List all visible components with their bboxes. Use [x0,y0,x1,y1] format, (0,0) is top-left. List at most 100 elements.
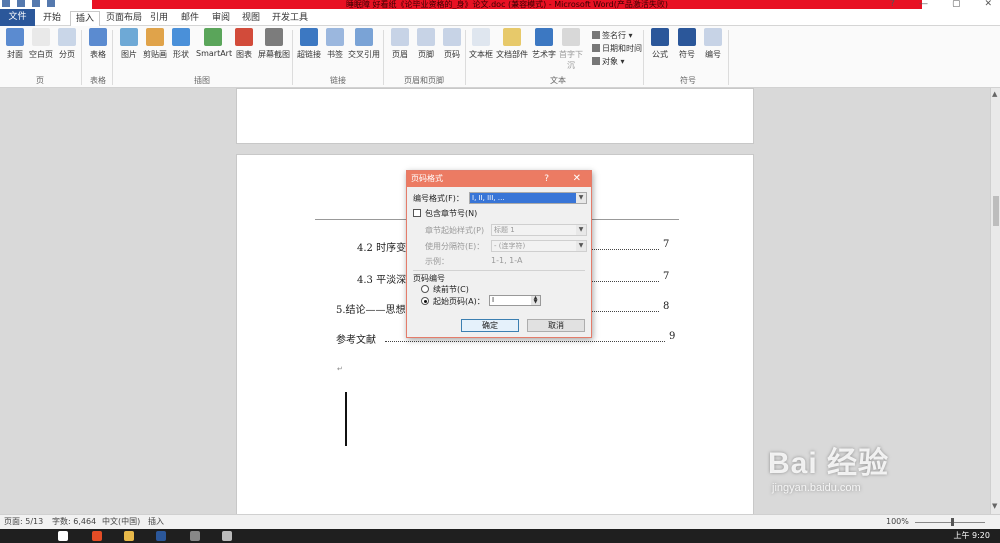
insert-mode[interactable]: 插入 [148,515,164,529]
chapter-style-select[interactable]: 标题 1 ▼ [491,224,587,236]
folder-icon[interactable] [124,531,134,541]
date-time-button[interactable]: 日期和时间 [592,43,642,54]
start-at-radio[interactable] [421,297,429,305]
number-icon [704,28,722,46]
previous-page[interactable] [236,88,754,144]
dialog-help-icon[interactable]: ? [544,171,549,187]
page-number-format-dialog: 页码格式 ? ✕ 编号格式(F)： I, II, III, … ▼ 包含章节号(… [406,170,592,338]
group-divider [383,30,384,85]
number-format-select[interactable]: I, II, III, … ▼ [469,192,587,204]
toc-page-number: 7 [663,239,670,250]
toc-leader [589,249,659,250]
close-window-icon[interactable]: ✕ [984,0,992,9]
continue-previous-radio[interactable] [421,285,429,293]
number-button[interactable]: 编号 [698,28,728,60]
toc-entry: 参考文献 [336,335,376,346]
text-box-button[interactable]: 文本框 [467,28,495,60]
undo-icon[interactable] [17,0,25,7]
language-status[interactable]: 中文(中国) [102,515,140,529]
object-button[interactable]: 对象 ▾ [592,56,625,67]
maximize-icon[interactable]: ▢ [952,0,961,9]
chart-icon [235,28,253,46]
paragraph-mark: ↵ [337,365,343,373]
toc-entry: 5.结论——思想 [336,305,406,316]
scroll-up-icon[interactable]: ▲ [992,90,997,98]
signature-line-button[interactable]: 签名行 ▾ [592,30,633,41]
quick-parts-icon [503,28,521,46]
chevron-down-icon: ▼ [576,241,586,251]
watermark-brand: Bai 经验 [768,447,890,480]
dialog-close-icon[interactable]: ✕ [573,171,581,187]
ribbon: 封面 空白页 分页 表格 图片 剪贴画 形状 SmartArt 图表 屏幕截图 … [0,26,1000,88]
group-divider [728,30,729,85]
table-button[interactable]: 表格 [83,28,113,60]
page-break-button[interactable]: 分页 [52,28,82,60]
title-bar: 睡眠障 好看纸《论毕业资格的_身》论文.doc (兼容模式) - Microso… [0,0,1000,9]
status-bar: 页面: 5/13 字数: 6,464 中文(中国) 插入 100% [0,514,1000,529]
tab-insert[interactable]: 插入 [70,11,101,26]
tab-file[interactable]: 文件 [0,9,35,26]
cross-reference-button[interactable]: 交叉引用 [347,28,381,60]
start-icon[interactable] [58,531,68,541]
smartart-icon [204,28,222,46]
separator-select[interactable]: - (连字符) ▼ [491,240,587,252]
page-count[interactable]: 页面: 5/13 [4,515,43,529]
help-icon[interactable]: ? [890,0,895,9]
zoom-level[interactable]: 100% [886,515,909,529]
shapes-icon [172,28,190,46]
save-icon[interactable] [2,0,10,7]
include-chapter-checkbox[interactable] [413,209,421,217]
cross-reference-icon [355,28,373,46]
bookmark-icon [326,28,344,46]
tab-developer[interactable]: 开发工具 [267,11,313,26]
minimize-icon[interactable]: — [919,0,928,9]
baidu-watermark: Bai 经验 jingyan.baidu.com [768,438,889,494]
start-at-input[interactable]: I ▲ ▼ [489,295,541,306]
symbol-icon [678,28,696,46]
scroll-thumb[interactable] [993,196,999,226]
group-divider [112,30,113,85]
shapes-button[interactable]: 形状 [166,28,196,60]
vertical-scrollbar[interactable]: ▲ ▼ [990,88,1000,514]
bookmark-button[interactable]: 书签 [320,28,350,60]
tab-page-layout[interactable]: 页面布局 [101,11,147,26]
customize-icon[interactable] [47,0,55,7]
zoom-slider[interactable] [915,522,985,523]
tab-review[interactable]: 审阅 [207,11,235,26]
chart-button[interactable]: 图表 [229,28,259,60]
word-count[interactable]: 字数: 6,464 [52,515,96,529]
browser-icon[interactable] [92,531,102,541]
wordart-button[interactable]: 艺术字 [529,28,559,60]
picture-icon [120,28,138,46]
screenshot-button[interactable]: 屏幕截图 [256,28,292,60]
calendar-icon [592,44,600,52]
window-title: 睡眠障 好看纸《论毕业资格的_身》论文.doc (兼容模式) - Microso… [92,0,922,9]
scroll-down-icon[interactable]: ▼ [992,502,997,510]
hyperlink-icon [300,28,318,46]
drop-cap-button[interactable]: 首字下沉 [556,28,586,71]
zoom-slider-handle[interactable] [951,518,954,526]
tab-home[interactable]: 开始 [38,11,66,26]
signature-line-icon [592,31,600,39]
tab-mailings[interactable]: 邮件 [176,11,204,26]
group-divider [292,30,293,85]
group-label-illustrations: 插图 [194,76,210,85]
app-icon[interactable] [190,531,200,541]
tab-view[interactable]: 视图 [237,11,265,26]
screenshot-icon [265,28,283,46]
equation-icon [651,28,669,46]
page-break-icon [58,28,76,46]
tab-references[interactable]: 引用 [145,11,173,26]
cancel-button[interactable]: 取消 [527,319,585,332]
page-number-button[interactable]: 页码 [437,28,467,60]
word-app-icon[interactable] [156,531,166,541]
spin-buttons-icon[interactable]: ▲ ▼ [531,296,540,305]
clip-art-icon [146,28,164,46]
redo-icon[interactable] [32,0,40,7]
app-icon[interactable] [222,531,232,541]
equation-button[interactable]: 公式 [645,28,675,60]
group-label-tables: 表格 [90,76,106,85]
ok-button[interactable]: 确定 [461,319,519,332]
smartart-button[interactable]: SmartArt [196,28,232,58]
quick-parts-button[interactable]: 文档部件 [495,28,529,60]
